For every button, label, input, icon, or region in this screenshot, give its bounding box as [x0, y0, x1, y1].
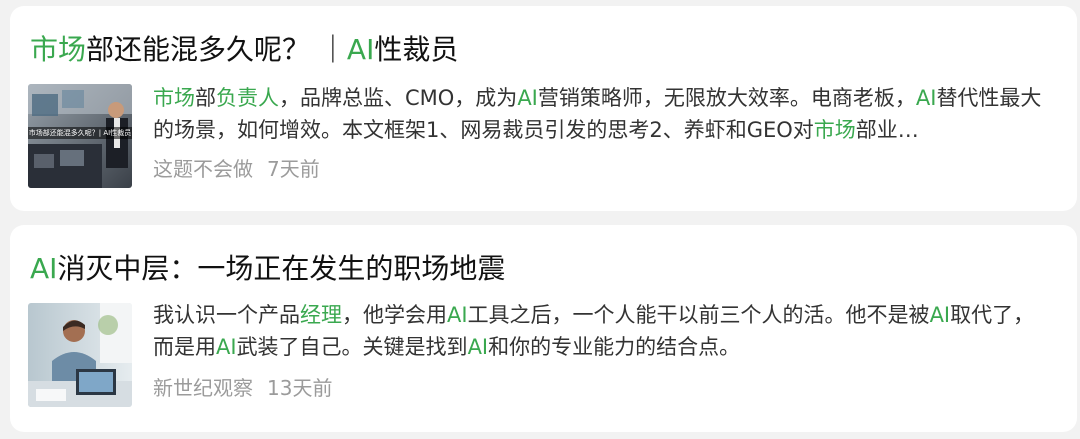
result-title[interactable]: 市场部还能混多久呢？ ｜AI性裁员 [30, 32, 458, 68]
result-thumbnail[interactable] [28, 303, 132, 407]
snippet-segment: AI [517, 86, 538, 110]
snippet-segment: 部 [195, 86, 216, 110]
snippet-segment: 工具之后，一个人能干以前三个人的活。他不是被 [467, 303, 930, 327]
result-title[interactable]: AI消灭中层：一场正在发生的职场地震 [30, 251, 505, 287]
snippet-segment: ，他学会用 [342, 303, 447, 327]
title-segment: 性裁员 [374, 33, 459, 66]
result-meta: 新世纪观察 13天前 [153, 375, 332, 401]
snippet-segment: ，品牌总监、CMO，成为 [279, 86, 518, 110]
snippet-segment: 和你的专业能力的结合点。 [488, 335, 741, 359]
thumbnail-caption: 市场部还能混多久呢？| AI性裁员 [28, 129, 132, 137]
snippet-segment: 经理 [300, 303, 342, 327]
result-meta: 这题不会做 7天前 [153, 156, 320, 182]
snippet-segment: 我认识一个产品 [153, 303, 300, 327]
title-segment: 部还能混多久呢？ ｜ [86, 33, 347, 66]
title-segment: AI [346, 33, 375, 66]
title-segment: AI [30, 252, 58, 285]
search-result-card[interactable]: AI消灭中层：一场正在发生的职场地震 我认识一个产品经理，他学会用AI工具之后，… [10, 225, 1077, 432]
snippet-segment: AI [915, 86, 937, 110]
snippet-segment: 武装了自己。关键是找到 [236, 335, 468, 359]
publish-time: 7天前 [267, 157, 320, 181]
snippet-segment: 营销策略师，无限放大效率。电商老板， [537, 86, 916, 110]
snippet-segment: AI [929, 303, 951, 327]
title-segment: 消灭中层：一场正在发生的职场地震 [57, 252, 506, 285]
publish-time: 13天前 [267, 376, 333, 400]
result-snippet: 市场部负责人，品牌总监、CMO，成为AI营销策略师，无限放大效率。电商老板，AI… [153, 82, 1053, 146]
result-snippet: 我认识一个产品经理，他学会用AI工具之后，一个人能干以前三个人的活。他不是被AI… [153, 299, 1053, 363]
snippet-segment: 市场 [153, 86, 195, 110]
snippet-segment: 负责人 [216, 86, 279, 110]
source-name[interactable]: 新世纪观察 [153, 376, 253, 400]
result-thumbnail[interactable]: 市场部还能混多久呢？| AI性裁员 [28, 84, 132, 188]
source-name[interactable]: 这题不会做 [153, 157, 253, 181]
snippet-segment: AI [447, 303, 468, 327]
snippet-segment: AI [467, 335, 489, 359]
snippet-segment: AI [216, 335, 237, 359]
title-segment: 市场 [30, 33, 87, 66]
snippet-segment: 部业… [855, 118, 919, 142]
search-result-card[interactable]: 市场部还能混多久呢？ ｜AI性裁员 市场部还能混多久呢？| AI性裁员 市场部负… [10, 6, 1077, 211]
snippet-segment: 市场 [813, 118, 856, 142]
